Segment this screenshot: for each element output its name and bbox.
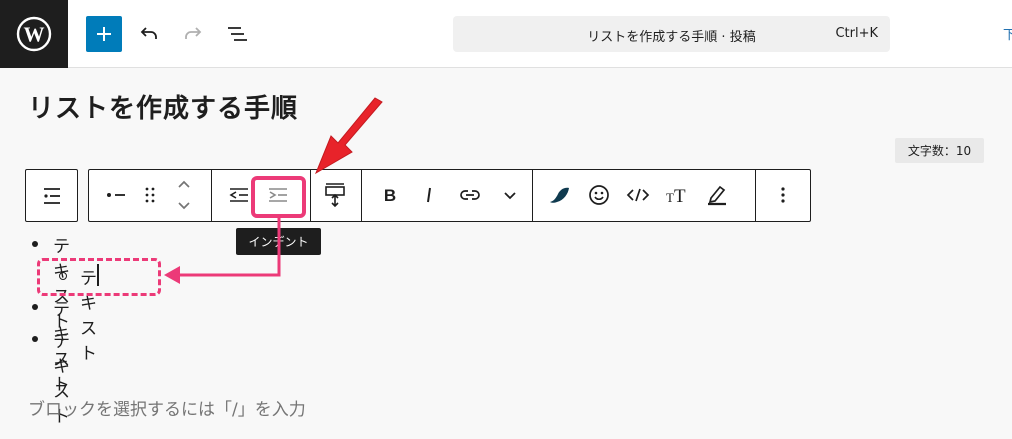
emoji-icon	[589, 185, 609, 205]
red-pointer-arrow	[314, 97, 383, 175]
link-icon	[460, 190, 480, 200]
svg-text:T: T	[666, 190, 674, 205]
bullet-marker	[32, 304, 38, 310]
block-type-button[interactable]	[99, 178, 133, 212]
split-block-button[interactable]	[318, 178, 352, 212]
svg-text:W: W	[24, 23, 45, 47]
document-title: リストを作成する手順 · 投稿	[587, 30, 756, 45]
list-view-icon	[228, 27, 247, 41]
move-up-icon	[178, 180, 190, 210]
code-icon	[626, 188, 650, 202]
options-icon	[781, 187, 785, 203]
drag-handle-button[interactable]	[133, 178, 167, 212]
drag-handle-icon	[145, 187, 155, 203]
plus-icon	[97, 27, 111, 41]
indent-highlight-box	[251, 176, 306, 218]
text-size-icon: T T	[666, 186, 686, 205]
move-buttons[interactable]	[167, 176, 201, 214]
select-parent-list-button[interactable]	[25, 169, 78, 222]
toolbar-divider	[361, 170, 362, 221]
bullet-marker	[32, 336, 38, 342]
svg-text:T: T	[674, 186, 686, 205]
list-item-icon	[107, 193, 125, 197]
emoji-button[interactable]	[582, 178, 616, 212]
undo-icon	[140, 27, 157, 39]
wordpress-icon: W	[16, 16, 52, 52]
redo-button[interactable]	[175, 16, 211, 52]
undo-button[interactable]	[131, 16, 167, 52]
bold-button[interactable]: B	[373, 178, 407, 212]
word-count-badge: 文字数：10	[895, 138, 984, 163]
italic-icon	[427, 187, 431, 203]
link-button[interactable]	[453, 178, 487, 212]
code-button[interactable]	[621, 178, 655, 212]
bullet-marker	[32, 241, 38, 247]
pink-arrowhead	[164, 266, 180, 284]
options-button[interactable]	[766, 178, 800, 212]
block-toolbar: B T T	[88, 169, 811, 222]
split-block-icon	[325, 183, 345, 208]
editor-header: W リストを作成する手順 · 投稿 Ctrl+K 下	[0, 0, 1012, 68]
post-title[interactable]: リストを作成する手順	[28, 88, 298, 125]
parent-list-icon	[43, 187, 60, 204]
svg-text:B: B	[384, 186, 396, 204]
toolbar-divider	[532, 170, 533, 221]
more-chevron-icon	[504, 192, 516, 200]
text-size-button[interactable]: T T	[660, 178, 694, 212]
toolbar-divider	[755, 170, 756, 221]
outdent-icon	[229, 188, 248, 202]
command-palette-bar[interactable]: リストを作成する手順 · 投稿 Ctrl+K	[453, 16, 890, 52]
toolbar-divider	[310, 170, 311, 221]
bold-icon: B	[384, 186, 396, 204]
block-placeholder[interactable]: ブロックを選択するには「/」を入力	[28, 395, 306, 420]
indent-tooltip: インデント	[236, 228, 321, 255]
brand-highlighter-button[interactable]	[543, 178, 577, 212]
redo-icon	[185, 27, 202, 39]
list-view-button[interactable]	[219, 16, 255, 52]
more-formats-button[interactable]	[493, 178, 527, 212]
highlight-pen-icon	[708, 185, 726, 206]
highlighter-brand-icon	[550, 187, 569, 203]
wordpress-logo-button[interactable]: W	[0, 0, 68, 68]
add-block-button[interactable]	[86, 16, 122, 52]
nested-item-highlight-box	[37, 258, 161, 296]
italic-button[interactable]	[412, 178, 446, 212]
truncated-header-link[interactable]: 下	[1003, 24, 1012, 43]
highlight-button[interactable]	[700, 178, 734, 212]
keyboard-shortcut: Ctrl+K	[835, 26, 878, 41]
toolbar-divider	[211, 170, 212, 221]
